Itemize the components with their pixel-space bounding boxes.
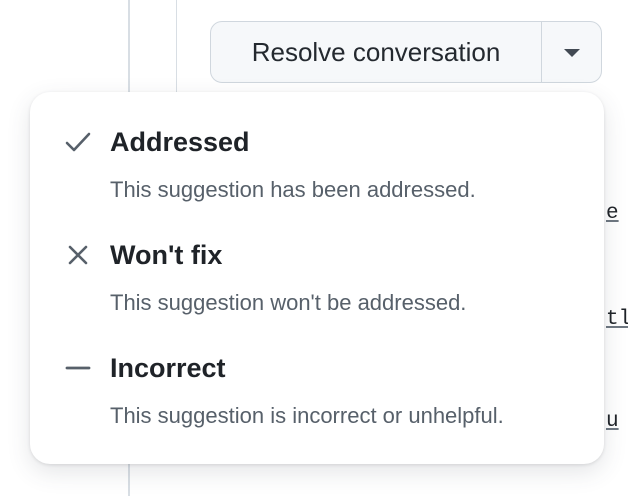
menu-item-wont-fix[interactable]: Won't fix This suggestion won't be addre… [30,235,604,347]
menu-item-description: This suggestion won't be addressed. [110,290,467,315]
code-fragment: u [606,410,619,433]
resolve-options-dropdown-button[interactable] [542,22,601,82]
menu-item-title: Won't fix [110,240,223,270]
resolve-conversation-button[interactable]: Resolve conversation [211,22,542,82]
check-icon [64,128,92,156]
dash-icon [64,354,92,382]
code-fragment: e [606,202,619,225]
menu-item-description: This suggestion has been addressed. [110,177,476,202]
menu-item-addressed[interactable]: Addressed This suggestion has been addre… [30,122,604,234]
triangle-down-icon [563,49,580,57]
code-fragment: tlc [606,308,628,331]
comment-rule [176,0,177,92]
menu-item-title: Incorrect [110,353,226,383]
menu-item-title: Addressed [110,127,250,157]
resolve-split-button: Resolve conversation [210,21,602,83]
x-icon [64,241,92,269]
resolve-reason-menu: Addressed This suggestion has been addre… [30,92,604,464]
menu-item-description: This suggestion is incorrect or unhelpfu… [110,403,504,428]
menu-item-incorrect[interactable]: Incorrect This suggestion is incorrect o… [30,348,604,460]
